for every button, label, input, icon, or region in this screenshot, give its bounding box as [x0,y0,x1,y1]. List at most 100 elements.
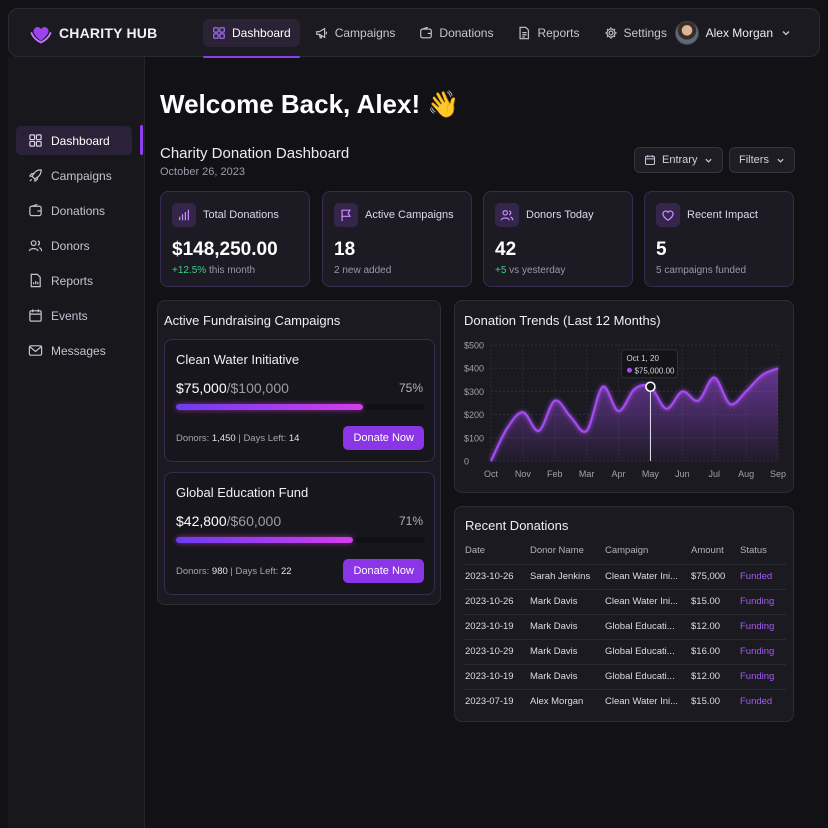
cell-amount: $15.00 [691,688,740,714]
table-row[interactable]: 2023-10-19 Mark Davis Global Educati... … [465,613,786,639]
recent-donations-title: Recent Donations [465,518,569,533]
donation-trends-panel: Donation Trends (Last 12 Months) $500 $40… [454,300,794,493]
stat-card-total-donations[interactable]: Total Donations $148,250.00 +12.5% this … [160,191,310,287]
sidebar-item-donations[interactable]: Donations [16,196,132,225]
stat-icon-box [172,203,196,227]
cell-campaign: Clean Water Ini... [605,588,691,614]
calendar-icon [29,309,42,322]
chart-area-fill [491,368,778,461]
stat-card-donors-today[interactable]: Donors Today 42 +5 vs yesterday [483,191,633,287]
topnav-campaigns[interactable]: Campaigns [306,19,405,47]
user-menu[interactable]: Alex Morgan [674,21,791,45]
stat-value: $148,250.00 [172,239,278,260]
days-label: Days Left: [243,433,289,444]
calendar-icon [644,155,656,166]
cell-campaign: Global Educati... [605,663,691,689]
cell-date: 2023-07-19 [465,688,530,714]
campaign-percent: 71% [398,514,423,528]
column-header[interactable]: Campaign [605,537,691,564]
rocket-icon [28,169,42,183]
sidebar-item-messages[interactable]: Messages [16,336,132,365]
topnav-donations[interactable]: Donations [410,19,502,47]
cell-status: Funding [740,613,786,639]
sidebar-item-label: Messages [51,343,106,358]
stat-sub-text: 2 new added [334,265,392,276]
table-row[interactable]: 2023-10-29 Mark Davis Global Educati... … [465,638,786,664]
y-tick-label: $500 [464,341,484,351]
chevron-down-icon [777,158,784,163]
stat-sub-text: this month [206,265,256,276]
stat-label: Recent Impact [687,209,758,221]
date-filter-button[interactable]: Entrary [634,147,724,173]
y-tick-label: $400 [464,364,484,374]
grid-icon [29,134,42,147]
cell-amount: $16.00 [691,638,740,664]
campaigns-panel: Active Fundraising Campaigns Clean Water… [157,300,441,605]
column-header[interactable]: Date [465,537,530,564]
topnav-dashboard-label: Dashboard [232,25,291,40]
flag-icon [341,209,351,222]
donors-count: 980 [211,566,228,577]
cell-date: 2023-10-26 [465,588,530,614]
sidebar-active-indicator [140,125,143,155]
stat-label: Donors Today [526,209,594,221]
document-icon [519,26,530,39]
sidebar-item-campaigns[interactable]: Campaigns [16,161,132,190]
table-row[interactable]: 2023-10-19 Mark Davis Global Educati... … [465,663,786,689]
x-tick-label: Nov [515,469,532,479]
x-tick-label: Oct [484,469,499,479]
sidebar-item-label: Events [51,308,88,323]
campaigns-title: Active Fundraising Campaigns [164,313,341,328]
stat-card-recent-impact[interactable]: Recent Impact 5 5 campaigns funded [644,191,794,287]
cell-campaign: Global Educati... [605,613,691,639]
sidebar-item-events[interactable]: Events [16,301,132,330]
chart-highlight-point [645,381,656,393]
page-date: October 26, 2023 [160,166,246,178]
sidebar-item-reports[interactable]: Reports [16,266,132,295]
cell-campaign: Clean Water Ini... [605,688,691,714]
stat-sub: 2 new added [334,265,391,276]
stat-icon-box [656,203,680,227]
topnav-donations-label: Donations [439,25,494,40]
topnav-reports[interactable]: Reports [508,19,588,47]
x-tick-label: Jul [708,469,720,479]
recent-donations-panel: Recent Donations Date Donor Name Campaig… [454,506,794,722]
campaign-name: Global Education Fund [176,485,309,500]
table-row[interactable]: 2023-10-26 Mark Davis Clean Water Ini...… [465,588,786,614]
brand[interactable]: CHARITY HUB [29,21,199,45]
cell-donor: Mark Davis [530,638,605,664]
cell-donor: Mark Davis [530,588,605,614]
brand-name: CHARITY HUB [59,24,158,41]
campaign-card[interactable]: Global Education Fund $42,800/$60,000 71… [164,472,435,595]
table-row[interactable]: 2023-10-26 Sarah Jenkins Clean Water Ini… [465,563,786,589]
topnav-settings[interactable]: Settings [595,19,676,47]
donate-now-button[interactable]: Donate Now [343,426,424,450]
sidebar-item-dashboard[interactable]: Dashboard [16,126,132,155]
table-row[interactable]: 2023-07-19 Alex Morgan Clean Water Ini..… [465,688,786,714]
stat-card-active-campaigns[interactable]: Active Campaigns 18 2 new added [322,191,472,287]
stat-value: 5 [656,239,667,260]
column-header[interactable]: Donor Name [530,537,605,564]
column-header[interactable]: Status [740,537,786,564]
cell-campaign: Global Educati... [605,638,691,664]
report-icon [30,273,41,288]
welcome-heading: Welcome Back, Alex! 👋 [160,89,460,119]
stat-change: +5 [495,265,507,276]
donation-trends-chart[interactable]: $500 $400 $300 $200 $100 0 Oct Nov Feb Mar Apr May J… [455,301,795,494]
stat-sub: +12.5% this month [172,265,255,276]
campaign-card[interactable]: Clean Water Initiative $75,000/$100,000 … [164,339,435,462]
campaign-progress-track [176,537,425,543]
cell-donor: Mark Davis [530,613,605,639]
filters-button[interactable]: Filters [729,147,795,173]
cell-donor: Sarah Jenkins [530,563,605,589]
topnav-dashboard[interactable]: Dashboard [203,18,300,58]
column-header[interactable]: Amount [691,537,740,564]
date-filter-label: Entrary [662,154,698,166]
recent-donations-table: Date Donor Name Campaign Amount Status 2… [465,537,786,714]
campaign-progress-fill [176,404,363,410]
stat-label: Active Campaigns [365,209,454,221]
x-tick-label: Sep [770,469,786,479]
campaign-goal: /$60,000 [226,513,282,529]
donate-now-button[interactable]: Donate Now [343,559,424,583]
sidebar-item-donors[interactable]: Donors [16,231,132,260]
